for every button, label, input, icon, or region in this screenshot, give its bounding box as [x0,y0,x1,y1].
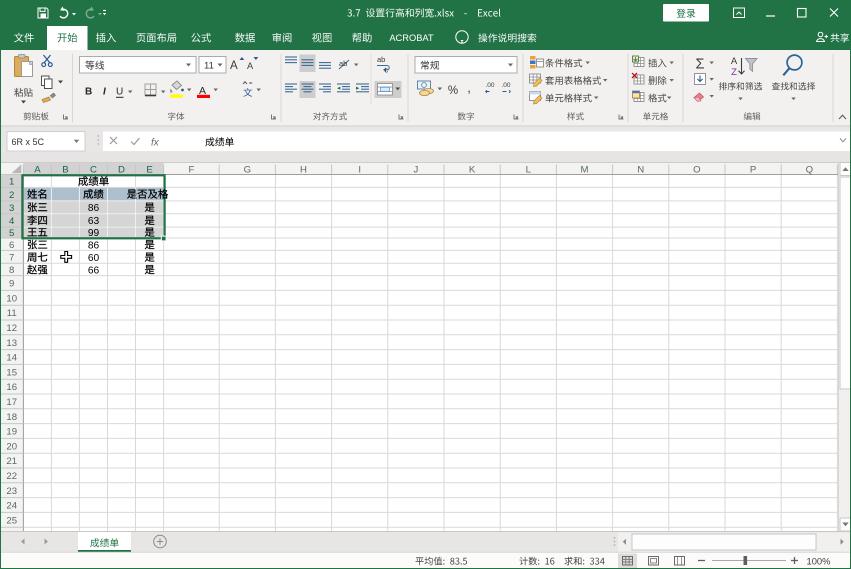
svg-text:13: 13 [6,338,17,349]
svg-text:66: 66 [88,265,100,276]
svg-text:H: H [300,164,307,175]
svg-text:7: 7 [9,252,14,263]
svg-text:ab: ab [377,55,385,64]
svg-text:P: P [750,164,756,175]
svg-text:12: 12 [6,323,17,334]
svg-text:8: 8 [9,265,14,276]
svg-text:86: 86 [88,203,100,214]
svg-text:A: A [34,164,41,175]
svg-text:J: J [414,164,419,175]
svg-text:ACROBAT: ACROBAT [389,33,434,43]
svg-text:F: F [188,164,194,175]
svg-text:I: I [358,164,361,175]
svg-text:15: 15 [6,367,17,378]
svg-text:20: 20 [6,441,17,452]
svg-text:11: 11 [204,61,214,72]
svg-text:G: G [244,164,251,175]
svg-text:25: 25 [6,515,17,526]
svg-text:22: 22 [6,471,17,482]
svg-text:1: 1 [9,177,14,188]
svg-text:E: E [146,164,152,175]
svg-text:2: 2 [9,190,14,201]
svg-text:.00: .00 [485,82,494,89]
svg-text:D: D [118,164,125,175]
svg-text:A: A [247,61,254,71]
svg-text:L: L [526,164,532,175]
svg-text:c: c [385,66,389,75]
svg-text:ab: ab [339,59,347,68]
svg-text:C: C [90,164,97,175]
svg-text:11: 11 [7,308,17,319]
svg-text:14: 14 [6,353,17,364]
svg-text:16: 16 [6,382,17,393]
svg-text:63: 63 [88,216,100,227]
svg-text:B: B [85,87,92,98]
svg-text:.00: .00 [501,82,510,89]
svg-text:100%: 100% [807,555,831,566]
svg-text:K: K [469,164,476,175]
svg-text:60: 60 [88,253,100,264]
svg-text:19: 19 [6,427,17,438]
svg-text:21: 21 [6,456,17,467]
svg-text:O: O [693,164,700,175]
svg-text:9: 9 [9,279,14,290]
svg-text:U: U [116,87,123,98]
svg-text:6: 6 [9,240,14,251]
svg-text:4: 4 [9,216,15,227]
svg-text:Z: Z [731,67,737,78]
svg-text:Σ: Σ [696,57,705,73]
svg-text:23: 23 [6,486,17,497]
svg-text:99: 99 [88,228,100,239]
svg-text:M: M [581,164,589,175]
svg-text:3: 3 [9,203,14,214]
svg-text:N: N [637,164,644,175]
svg-text:86: 86 [88,240,100,251]
svg-text:6R x 5C: 6R x 5C [12,137,45,147]
svg-text:A: A [731,56,738,67]
svg-text:,: , [467,80,471,95]
svg-text:I: I [103,87,106,98]
svg-text:B: B [62,164,68,175]
svg-text:fx: fx [151,138,160,149]
svg-text:18: 18 [6,412,17,423]
svg-text:%: % [448,85,458,97]
svg-text:Q: Q [806,164,813,175]
svg-text:A: A [230,60,238,72]
svg-text:10: 10 [6,293,17,304]
svg-text:17: 17 [6,397,17,408]
svg-text:5: 5 [9,228,14,239]
svg-text:24: 24 [6,501,17,512]
